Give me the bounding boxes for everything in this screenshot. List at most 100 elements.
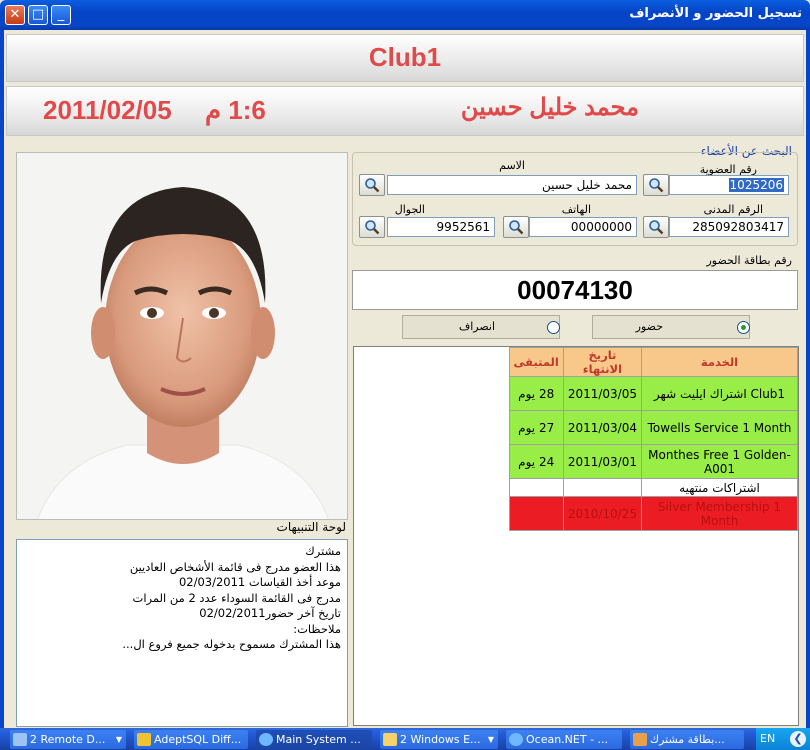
empty-cell — [562, 478, 643, 497]
magnifier-icon — [365, 220, 380, 235]
magnifier-icon — [509, 220, 524, 235]
check-out-radio-circle[interactable] — [547, 321, 560, 334]
search-civil-id-button[interactable] — [643, 216, 669, 238]
attendance-window: Club1 2011/02/05 1:6 م محمد خليل حسين لو… — [0, 30, 810, 728]
column-header-end-date: تاريخ الانتهاء — [562, 347, 643, 377]
end-date-cell: 2010/10/25 — [562, 496, 643, 531]
member-photo — [16, 152, 348, 520]
service-cell: Silver Membership 1 Month — [641, 496, 798, 531]
taskbar-item-main-system[interactable]: Main System ... — [256, 730, 372, 749]
club-banner: Club1 — [6, 34, 804, 82]
minimize-button[interactable]: _ — [51, 5, 71, 25]
phone-field[interactable]: 00000000 — [529, 217, 637, 237]
remote-desktop-icon — [13, 733, 27, 746]
mobile-label: الجوال — [394, 203, 425, 216]
alert-line: مشترك — [305, 544, 341, 558]
window-title-bar[interactable]: ✕ □ _ تسجيل الحضور و الأنصراف — [0, 0, 810, 30]
alert-line: موعد أخذ القياسات 02/03/2011 — [178, 575, 341, 589]
remaining-cell — [508, 496, 564, 531]
chevron-left-icon[interactable]: ❮ — [790, 731, 806, 747]
magnifier-icon — [365, 178, 380, 193]
remaining-cell: 24 يوم — [508, 444, 564, 479]
check-out-radio[interactable]: انصراف — [402, 315, 560, 339]
search-name-button[interactable] — [359, 174, 385, 196]
membership-number-value: 1025206 — [728, 178, 784, 192]
taskbar: 2 Remote D... ▼ AdeptSQL Diff... Main Sy… — [0, 728, 810, 750]
club-name: Club1 — [368, 42, 442, 72]
taskbar-item-label: 2 Remote D... — [30, 733, 106, 746]
date-time: 2011/02/05 1:6 م — [43, 95, 266, 126]
taskbar-item-label: Main System ... — [276, 733, 361, 746]
alert-line: ملاحظات: — [293, 621, 341, 636]
membership-number-field[interactable]: 1025206 — [669, 175, 789, 195]
check-in-radio[interactable]: حضور — [592, 315, 750, 339]
taskbar-item-label: 2 Windows E... — [400, 733, 481, 746]
empty-cell — [508, 478, 564, 497]
table-row[interactable]: اشتراك ايليت شهر Club1 2011/03/05 28 يوم — [508, 376, 798, 411]
table-row[interactable]: Monthes Free 1 Golden-A001 2011/03/01 24… — [508, 444, 798, 479]
taskbar-item-adeptsql[interactable]: AdeptSQL Diff... — [134, 730, 248, 749]
subscriptions-table: الخدمة تاريخ الانتهاء المتبقى اشتراك ايل… — [508, 347, 798, 531]
taskbar-item-ocean-net[interactable]: Ocean.NET - ... — [506, 730, 622, 749]
service-cell: Towells Service 1 Month — [641, 410, 798, 445]
table-header-row: الخدمة تاريخ الانتهاء المتبقى — [508, 347, 798, 377]
taskbar-item-label: بطاقة مشترك... — [650, 733, 725, 746]
service-cell: Monthes Free 1 Golden-A001 — [641, 444, 798, 479]
taskbar-item-remote-desktop[interactable]: 2 Remote D... ▼ — [10, 730, 126, 749]
check-out-label: انصراف — [458, 320, 495, 333]
name-field[interactable]: محمد خليل حسين — [387, 175, 637, 195]
alert-line: هذا المشترك مسموح بدخوله جميع فروع ال... — [122, 637, 341, 651]
globe-icon — [509, 733, 523, 746]
taskbar-item-label: Ocean.NET - ... — [526, 733, 609, 746]
search-membership-button[interactable] — [643, 174, 669, 196]
expired-section-label: اشتراكات منتهيه — [641, 478, 798, 497]
remaining-cell: 28 يوم — [508, 376, 564, 411]
alert-line: مدرج فى القائمة السوداء عدد 2 من المرات — [132, 590, 342, 605]
maximize-button[interactable]: □ — [28, 5, 48, 25]
member-photo-image — [17, 153, 347, 519]
member-info-banner: 2011/02/05 1:6 م محمد خليل حسين — [6, 86, 804, 136]
alert-line: تاريخ آخر حضور02/02/2011 — [199, 606, 341, 620]
chevron-down-icon: ▼ — [487, 735, 494, 744]
globe-icon — [259, 733, 273, 746]
attendance-card-label: رقم بطاقة الحضور — [706, 254, 792, 267]
end-date-cell: 2011/03/01 — [562, 444, 643, 479]
end-date-cell: 2011/03/04 — [562, 410, 643, 445]
expired-section-row: اشتراكات منتهيه — [508, 478, 798, 497]
chevron-down-icon: ▼ — [115, 735, 122, 744]
column-header-service: الخدمة — [641, 347, 798, 377]
check-in-radio-circle[interactable] — [737, 321, 750, 334]
member-name: محمد خليل حسين — [460, 94, 639, 121]
table-row[interactable]: Silver Membership 1 Month 2010/10/25 — [508, 496, 798, 531]
table-row[interactable]: Towells Service 1 Month 2011/03/04 27 يو… — [508, 410, 798, 445]
alert-line: هذا العضو مدرج فى قائمة الأشخاص العاديين — [129, 559, 341, 574]
end-date-cell: 2011/03/05 — [562, 376, 643, 411]
language-indicator[interactable]: EN — [760, 732, 775, 745]
folder-icon — [383, 733, 397, 746]
search-phone-button[interactable] — [503, 216, 529, 238]
phone-label: الهاتف — [561, 203, 591, 216]
civil-id-label: الرقم المدنى — [703, 203, 763, 216]
civil-id-field[interactable]: 285092803417 — [669, 217, 789, 237]
check-in-label: حضور — [635, 320, 663, 333]
date-text: 2011/02/05 — [43, 95, 172, 125]
attendance-card-number[interactable]: 00074130 — [352, 270, 798, 310]
app-icon — [633, 733, 647, 746]
alerts-panel[interactable]: مشترك هذا العضو مدرج فى قائمة الأشخاص ال… — [16, 539, 348, 727]
taskbar-item-member-card[interactable]: بطاقة مشترك... — [630, 730, 744, 749]
service-cell: اشتراك ايليت شهر Club1 — [641, 376, 798, 411]
close-button[interactable]: ✕ — [5, 5, 25, 25]
search-mobile-button[interactable] — [359, 216, 385, 238]
window-title: تسجيل الحضور و الأنصراف — [629, 6, 802, 21]
column-header-remaining: المتبقى — [508, 347, 564, 377]
name-label: الاسم — [499, 159, 525, 172]
remaining-cell: 27 يوم — [508, 410, 564, 445]
adeptsql-icon — [137, 733, 151, 746]
taskbar-item-label: AdeptSQL Diff... — [154, 733, 242, 746]
mobile-field[interactable]: 9952561 — [387, 217, 495, 237]
subscriptions-grid[interactable]: الخدمة تاريخ الانتهاء المتبقى اشتراك ايل… — [353, 346, 799, 726]
system-tray: EN ❮ — [756, 728, 810, 750]
magnifier-icon — [649, 178, 664, 193]
time-text: 1:6 م — [204, 95, 266, 125]
taskbar-item-windows-explorer[interactable]: 2 Windows E... ▼ — [380, 730, 498, 749]
